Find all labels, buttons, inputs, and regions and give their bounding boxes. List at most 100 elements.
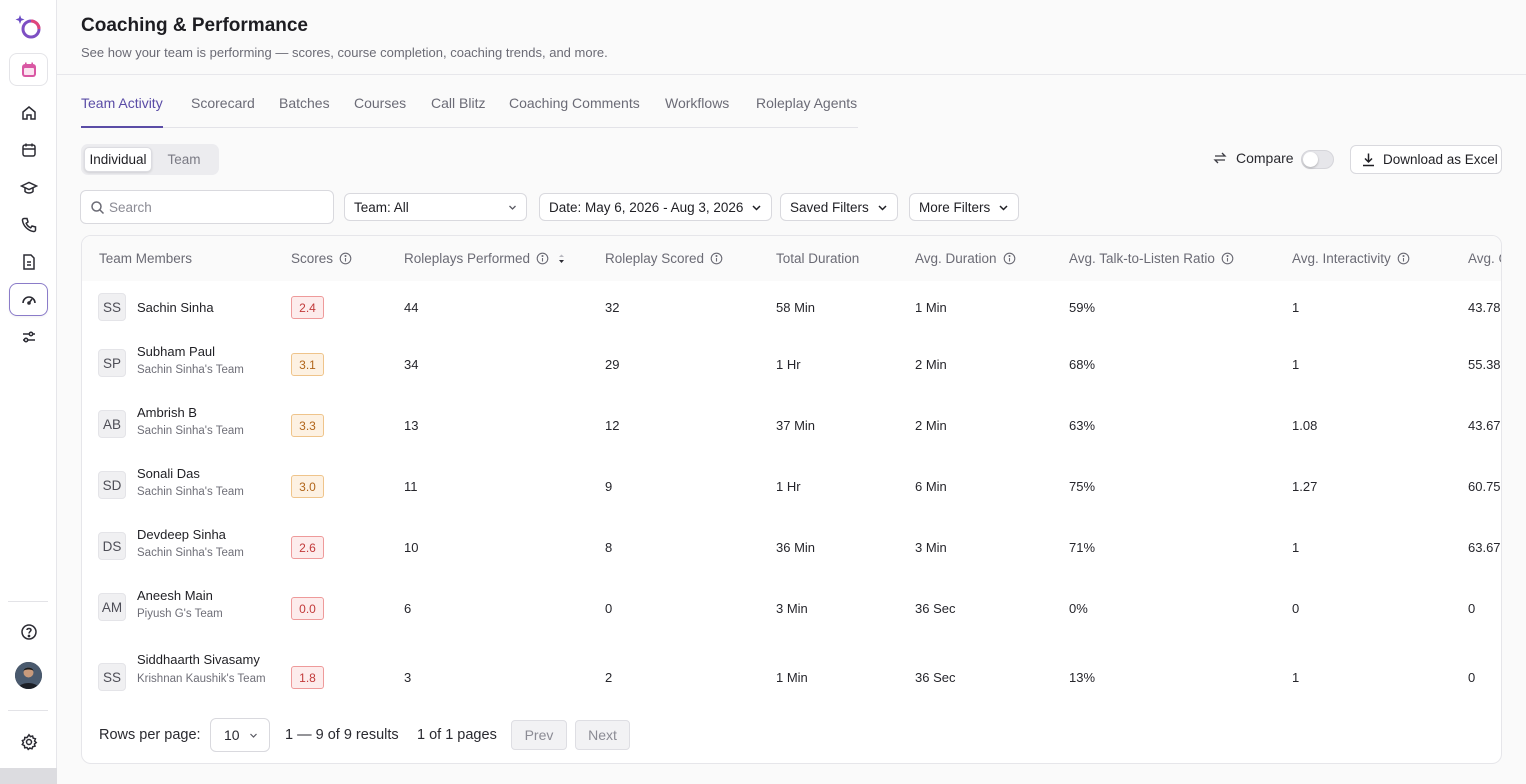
talk-listen-ratio-value: 71% [1069, 540, 1096, 555]
nav-calendar[interactable] [9, 133, 48, 166]
member-name[interactable]: Siddhaarth Sivasamy [137, 652, 260, 667]
sidebar-divider [8, 601, 48, 602]
info-icon[interactable] [536, 252, 549, 265]
column-label: Avg. Interactivity [1292, 251, 1391, 266]
info-icon[interactable] [339, 252, 352, 265]
individual-button[interactable]: Individual [84, 147, 152, 172]
nav-settings-sliders[interactable] [9, 320, 48, 353]
member-avatar: SD [98, 471, 126, 499]
column-header-total-duration[interactable]: Total Duration [776, 251, 859, 266]
prev-page-button[interactable]: Prev [511, 720, 567, 750]
table-row[interactable]: AM Aneesh Main Piyush G's Team 0.0 6 0 3… [82, 577, 1501, 638]
compare-toggle[interactable] [1301, 150, 1334, 169]
column-header-avg-interactivity[interactable]: Avg. Interactivity [1292, 251, 1410, 266]
avg-c-value: 63.67 [1468, 540, 1501, 555]
chevron-down-icon [509, 205, 516, 210]
tab-call-blitz[interactable]: Call Blitz [431, 95, 485, 128]
user-avatar[interactable] [15, 662, 42, 689]
settings-button[interactable] [9, 725, 48, 758]
calendar-app-button[interactable] [9, 53, 48, 86]
column-label: Total Duration [776, 251, 860, 266]
column-header-talk-to-listen[interactable]: Avg. Talk-to-Listen Ratio [1069, 251, 1234, 266]
table-row[interactable]: SS Siddhaarth Sivasamy Krishnan Kaushik'… [82, 638, 1501, 714]
rows-per-page-select[interactable]: 10 [210, 718, 270, 752]
table-row[interactable]: AB Ambrish B Sachin Sinha's Team 3.3 13 … [82, 394, 1501, 455]
avg-duration-value: 2 Min [915, 418, 947, 433]
column-header-team-members[interactable]: Team Members [99, 251, 192, 266]
tab-team-activity[interactable]: Team Activity [81, 95, 163, 128]
table-row[interactable]: DS Devdeep Sinha Sachin Sinha's Team 2.6… [82, 516, 1501, 577]
avg-duration-value: 6 Min [915, 479, 947, 494]
chevron-down-icon [752, 204, 761, 211]
member-avatar: SP [98, 349, 126, 377]
sort-descending-icon[interactable] [557, 254, 566, 264]
search-icon [91, 201, 105, 215]
tab-batches[interactable]: Batches [279, 95, 330, 128]
page-header: Coaching & Performance See how your team… [57, 0, 1526, 75]
tab-scorecard[interactable]: Scorecard [191, 95, 255, 128]
nav-documents[interactable] [9, 245, 48, 278]
roleplays-performed-value: 44 [404, 300, 419, 315]
interactivity-value: 1.08 [1292, 418, 1318, 433]
member-name[interactable]: Sachin Sinha [137, 300, 214, 315]
team-filter-dropdown[interactable]: Team: All [344, 193, 527, 221]
nav-coaching[interactable] [9, 283, 48, 316]
total-duration-value: 3 Min [776, 601, 808, 616]
column-header-roleplay-scored[interactable]: Roleplay Scored [605, 251, 723, 266]
tab-roleplay-agents[interactable]: Roleplay Agents [756, 95, 857, 128]
next-page-button[interactable]: Next [575, 720, 630, 750]
nav-learning[interactable] [9, 171, 48, 204]
roleplay-scored-value: 32 [605, 300, 620, 315]
member-name[interactable]: Sonali Das [137, 466, 200, 481]
table-row[interactable]: SP Subham Paul Sachin Sinha's Team 3.1 3… [82, 333, 1501, 394]
nav-calls[interactable] [9, 208, 48, 241]
avg-c-value: 55.38 [1468, 357, 1501, 372]
column-header-roleplays-performed[interactable]: Roleplays Performed [404, 251, 566, 266]
more-filters-dropdown[interactable]: More Filters [909, 193, 1020, 221]
member-name[interactable]: Subham Paul [137, 344, 215, 359]
column-label: Avg. C [1468, 251, 1501, 266]
date-filter-dropdown[interactable]: Date: May 6, 2026 - Aug 3, 2026 [539, 193, 773, 221]
table-row[interactable]: SS Sachin Sinha 2.4 44 32 58 Min 1 Min 5… [82, 281, 1501, 333]
tab-courses[interactable]: Courses [354, 95, 406, 128]
roleplay-scored-value: 0 [605, 601, 613, 616]
chevron-down-icon [878, 204, 887, 211]
saved-filters-dropdown[interactable]: Saved Filters [780, 193, 898, 221]
table-row[interactable]: SD Sonali Das Sachin Sinha's Team 3.0 11… [82, 455, 1501, 516]
column-header-avg-c[interactable]: Avg. C [1468, 251, 1501, 266]
column-label: Roleplay Scored [605, 251, 705, 266]
app-logo-icon[interactable] [14, 12, 44, 42]
member-avatar: AB [98, 410, 126, 438]
info-icon[interactable] [1003, 252, 1016, 265]
info-icon[interactable] [710, 252, 723, 265]
document-icon [22, 253, 35, 270]
roleplay-scored-value: 9 [605, 479, 613, 494]
avg-c-value: 43.67 [1468, 418, 1501, 433]
member-name[interactable]: Aneesh Main [137, 588, 213, 603]
avg-c-value: 43.78 [1468, 300, 1501, 315]
column-header-avg-duration[interactable]: Avg. Duration [915, 251, 1016, 266]
team-button[interactable]: Team [153, 147, 215, 172]
member-name[interactable]: Devdeep Sinha [137, 527, 226, 542]
info-icon[interactable] [1397, 252, 1410, 265]
phone-icon [21, 217, 36, 232]
column-header-scores[interactable]: Scores [291, 251, 352, 266]
member-name[interactable]: Ambrish B [137, 405, 197, 420]
talk-listen-ratio-value: 63% [1069, 418, 1096, 433]
avg-c-value: 0 [1468, 670, 1476, 685]
interactivity-value: 0 [1292, 601, 1300, 616]
info-icon[interactable] [1221, 252, 1234, 265]
help-button[interactable] [9, 615, 48, 648]
tab-workflows[interactable]: Workflows [665, 95, 729, 128]
search-input[interactable] [109, 192, 329, 222]
more-filters-label: More Filters [919, 199, 991, 215]
score-badge: 0.0 [291, 597, 324, 620]
talk-listen-ratio-value: 75% [1069, 479, 1096, 494]
rows-per-page-value: 10 [224, 727, 240, 743]
nav-home[interactable] [9, 96, 48, 129]
column-label: Avg. Talk-to-Listen Ratio [1069, 251, 1215, 266]
calendar-icon [21, 143, 36, 157]
download-excel-button[interactable]: Download as Excel [1350, 145, 1502, 174]
score-badge: 3.1 [291, 353, 324, 376]
tab-coaching-comments[interactable]: Coaching Comments [509, 95, 640, 128]
